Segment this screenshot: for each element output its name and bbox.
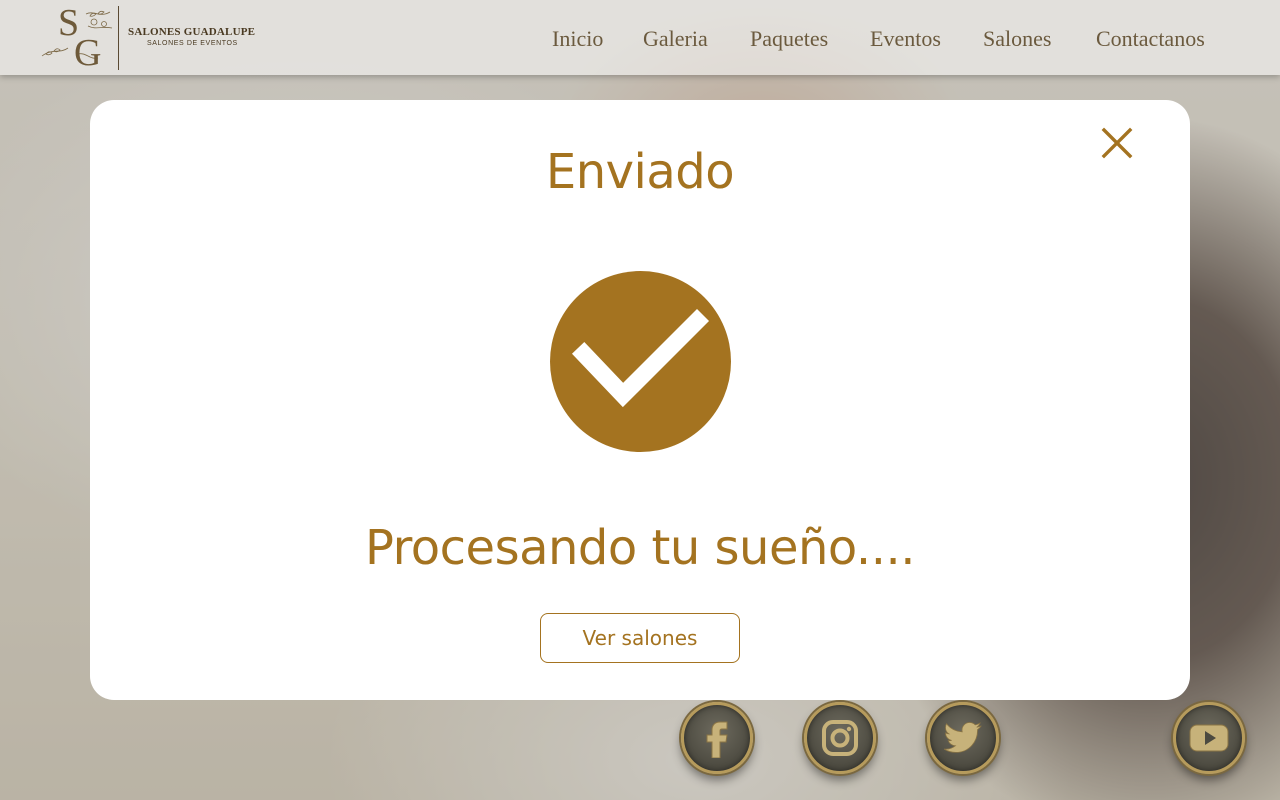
instagram-icon	[822, 720, 858, 756]
youtube-icon	[1189, 724, 1229, 752]
facebook-icon	[706, 721, 728, 758]
nav-menu: Inicio Galeria Paquetes Eventos Salones …	[0, 26, 1280, 56]
nav-link-eventos[interactable]: Eventos	[870, 26, 941, 52]
confirmation-modal: Enviado Procesando tu sueño.... Ver salo…	[90, 100, 1190, 700]
facebook-button[interactable]	[681, 702, 753, 774]
status-message: Procesando tu sueño....	[365, 520, 915, 576]
navbar: S G SALONES GUADALUPE SALONES DE EVENTOS…	[0, 0, 1280, 75]
twitter-icon	[943, 722, 982, 753]
youtube-button[interactable]	[1173, 702, 1245, 774]
nav-link-inicio[interactable]: Inicio	[552, 26, 603, 52]
nav-link-salones[interactable]: Salones	[983, 26, 1051, 52]
instagram-button[interactable]	[804, 702, 876, 774]
check-mark-icon	[571, 308, 710, 408]
modal-title: Enviado	[545, 144, 735, 200]
view-salons-button[interactable]: Ver salones	[540, 613, 740, 663]
nav-link-contactanos[interactable]: Contactanos	[1096, 26, 1205, 52]
check-circle-icon	[550, 271, 731, 452]
nav-link-paquetes[interactable]: Paquetes	[750, 26, 828, 52]
twitter-button[interactable]	[927, 702, 999, 774]
nav-link-galeria[interactable]: Galeria	[643, 26, 708, 52]
